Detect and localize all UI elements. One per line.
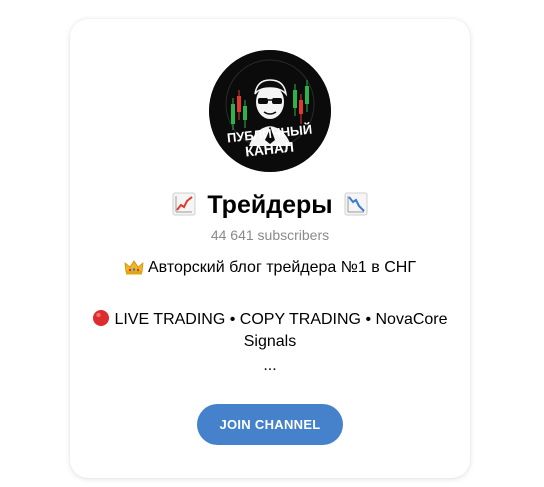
join-channel-button[interactable]: JOIN CHANNEL	[197, 404, 343, 445]
channel-title: Трейдеры	[70, 189, 470, 221]
channel-avatar: ПУБЛИЧНЫЙ КАНАЛ	[209, 50, 331, 172]
description-line-2-text: LIVE TRADING • COPY TRADING • NovaCore	[114, 311, 448, 328]
subscriber-count: 44 641 subscribers	[210, 227, 330, 243]
trader-avatar-logo: ПУБЛИЧНЫЙ КАНАЛ	[209, 50, 331, 172]
description-ellipsis: ...	[263, 357, 277, 374]
chart-decreasing-icon	[344, 192, 368, 216]
channel-card: ПУБЛИЧНЫЙ КАНАЛ Трейдеры 44 641 subscrib…	[70, 19, 470, 478]
red-circle-icon	[93, 310, 110, 326]
description-line-3: Signals	[243, 333, 297, 350]
description-line-2: LIVE TRADING • COPY TRADING • NovaCore	[70, 309, 470, 329]
description-line-1-text: Авторский блог трейдера №1 в СНГ	[148, 259, 416, 276]
channel-title-text: Трейдеры	[207, 191, 333, 219]
description-line-1: Авторский блог трейдера №1 в СНГ	[70, 259, 470, 277]
chart-increasing-icon	[172, 192, 196, 216]
crown-icon	[124, 260, 144, 275]
